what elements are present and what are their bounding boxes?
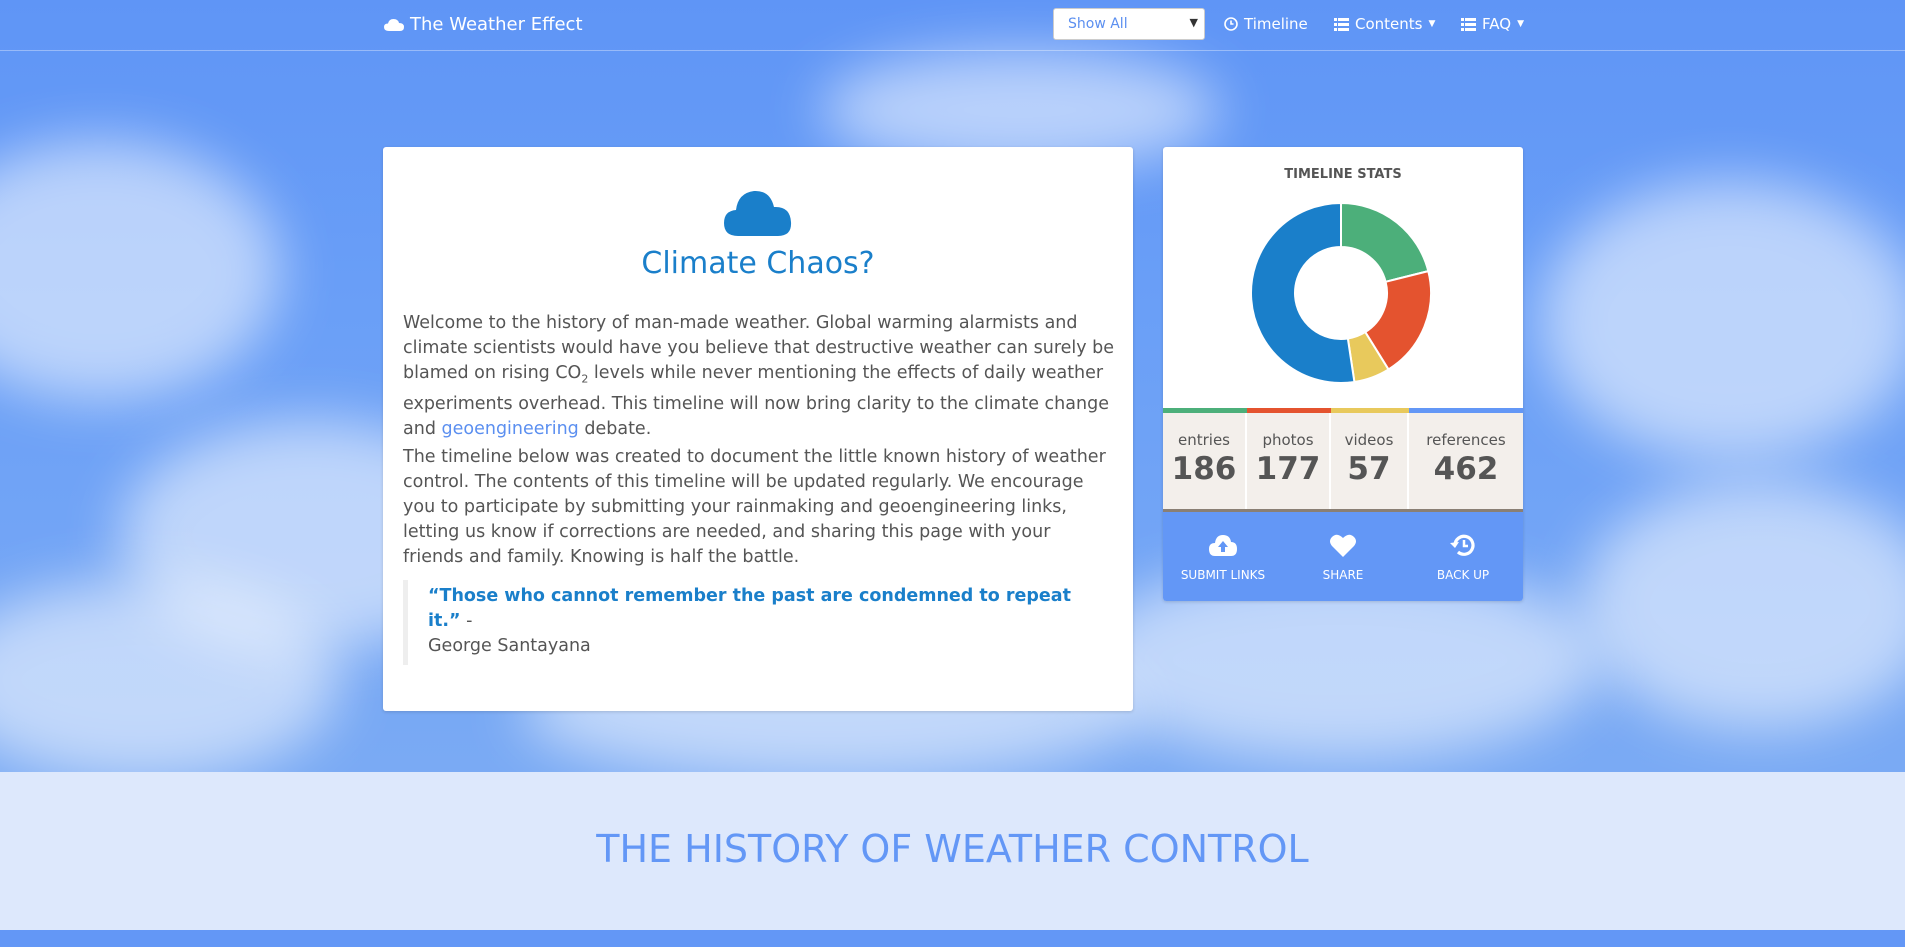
quote-block: “Those who cannot remember the past are … (403, 580, 1093, 665)
submit-links-button[interactable]: SUBMIT LINKS (1163, 512, 1283, 601)
cloud-icon (724, 190, 792, 236)
stat-label: videos (1344, 431, 1394, 449)
cloud-upload-icon (1209, 535, 1237, 556)
heart-icon (1330, 534, 1356, 557)
geoengineering-link[interactable]: geoengineering (442, 419, 579, 439)
stats-actions: SUBMIT LINKS SHARE BACK UP (1163, 512, 1523, 601)
stat-label: photos (1262, 431, 1314, 449)
chevron-down-icon: ▼ (1517, 19, 1524, 29)
stat-references: references 462 (1409, 413, 1523, 509)
stats-title: TIMELINE STATS (1284, 167, 1402, 182)
stat-label: references (1426, 431, 1506, 449)
intro-p1-text-3: debate. (578, 418, 652, 439)
quote-author: George Santayana (428, 636, 591, 656)
nav-faq[interactable]: FAQ ▼ (1461, 15, 1524, 33)
donut-slice-entries (1340, 203, 1430, 284)
back-up-button[interactable]: BACK UP (1403, 512, 1523, 601)
stat-value: 57 (1347, 451, 1391, 487)
share-label: SHARE (1322, 568, 1364, 582)
intro-card: Climate Chaos? Welcome to the history of… (383, 147, 1133, 711)
list-icon (1461, 17, 1476, 31)
stats-card: TIMELINE STATS entries 186 photos 177 vi… (1163, 147, 1523, 601)
intro-title: Climate Chaos? (641, 246, 875, 281)
stat-value: 186 (1171, 451, 1237, 487)
filter-select-value: Show All (1068, 16, 1128, 32)
stat-value: 462 (1433, 451, 1499, 487)
intro-paragraph-1: Welcome to the history of man-made weath… (403, 311, 1115, 442)
nav-timeline[interactable]: Timeline (1224, 15, 1308, 33)
brand-title: The Weather Effect (410, 14, 583, 35)
filter-select[interactable]: Show All ▼ (1053, 8, 1205, 40)
chevron-down-icon: ▼ (1428, 19, 1436, 29)
stat-entries: entries 186 (1163, 413, 1247, 509)
history-title: THE HISTORY OF WEATHER CONTROL (596, 827, 1309, 871)
stat-label: entries (1178, 431, 1230, 449)
quote-text: “Those who cannot remember the past are … (428, 586, 1071, 631)
share-button[interactable]: SHARE (1283, 512, 1403, 601)
back-up-label: BACK UP (1436, 568, 1490, 582)
top-navbar: The Weather Effect Show All ▼ Timeline C… (0, 0, 1905, 51)
bottom-strip (0, 930, 1905, 947)
nav-contents-label: Contents (1355, 15, 1423, 33)
nav-contents[interactable]: Contents ▼ (1334, 15, 1435, 33)
nav-timeline-label: Timeline (1244, 15, 1308, 33)
list-icon (1334, 17, 1349, 31)
history-icon (1450, 534, 1475, 556)
submit-links-label: SUBMIT LINKS (1180, 568, 1266, 582)
brand-link[interactable]: The Weather Effect (384, 14, 583, 35)
stats-row: entries 186 photos 177 videos 57 referen… (1163, 413, 1523, 512)
stat-videos: videos 57 (1331, 413, 1409, 509)
intro-paragraph-2: The timeline below was created to docume… (403, 447, 1106, 567)
stat-photos: photos 177 (1247, 413, 1331, 509)
history-section: THE HISTORY OF WEATHER CONTROL (0, 772, 1905, 930)
stat-value: 177 (1255, 451, 1321, 487)
donut-slice-references (1251, 203, 1356, 383)
nav-faq-label: FAQ (1482, 15, 1512, 33)
cloud-icon (384, 18, 404, 31)
clock-icon (1224, 17, 1238, 31)
select-caret-icon: ▼ (1189, 16, 1198, 29)
quote-dash: - (460, 611, 473, 631)
stats-donut-chart (1251, 203, 1431, 383)
